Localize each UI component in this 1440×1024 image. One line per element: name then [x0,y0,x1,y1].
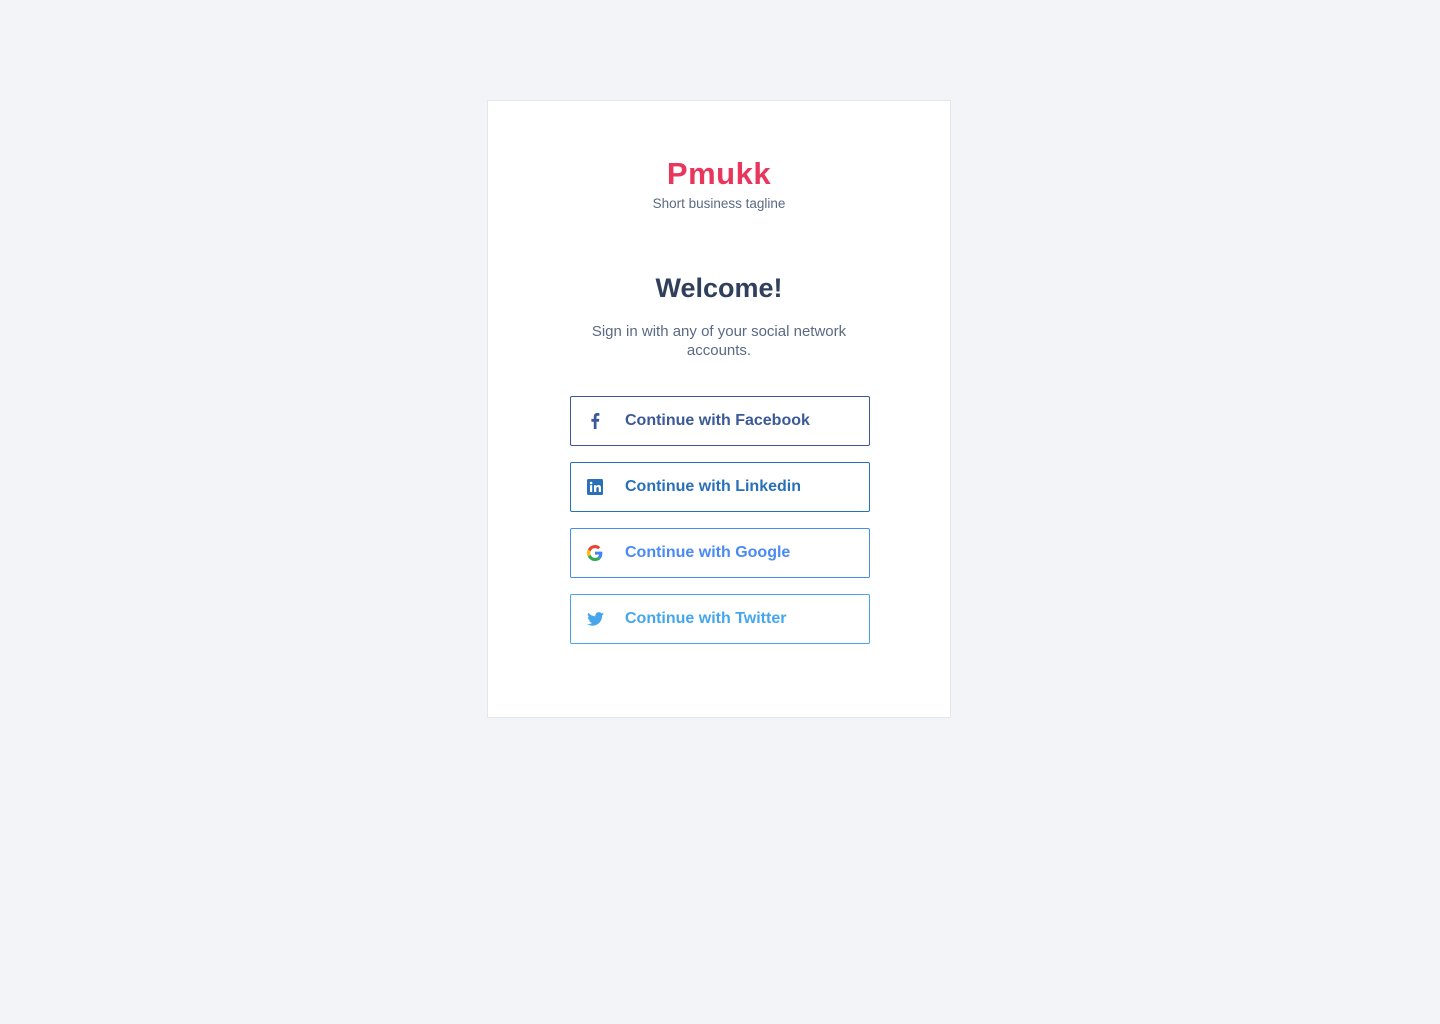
continue-with-linkedin-button[interactable]: Continue with Linkedin [570,462,870,512]
linkedin-button-label: Continue with Linkedin [625,478,801,495]
page-subtitle: Sign in with any of your social network … [591,323,847,359]
continue-with-facebook-button[interactable]: Continue with Facebook [570,396,870,446]
twitter-button-label: Continue with Twitter [625,610,787,627]
google-button-label: Continue with Google [625,544,791,561]
linkedin-icon [586,478,604,496]
brand-logo: Pmukk [666,156,772,191]
login-card: Pmukk Short business tagline Welcome! Si… [487,100,951,718]
brand-tagline: Short business tagline [652,196,786,211]
facebook-icon [586,412,604,430]
continue-with-google-button[interactable]: Continue with Google [570,528,870,578]
continue-with-twitter-button[interactable]: Continue with Twitter [570,594,870,644]
google-icon [586,544,604,562]
facebook-button-label: Continue with Facebook [625,412,810,429]
twitter-icon [586,610,604,628]
page-title: Welcome! [655,273,783,303]
